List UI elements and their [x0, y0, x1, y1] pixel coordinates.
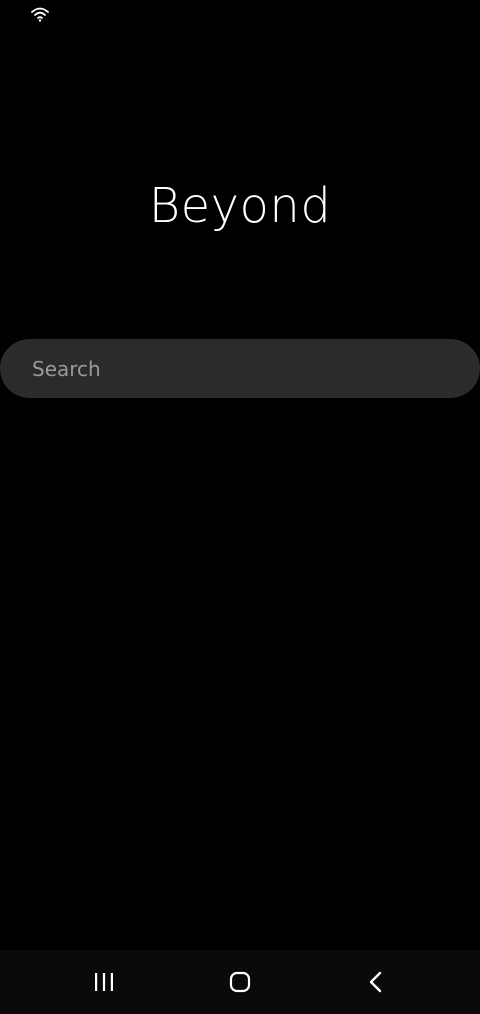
back-button[interactable]: [336, 950, 416, 1014]
recents-icon: [95, 973, 113, 991]
back-icon: [369, 971, 382, 993]
search-placeholder: Search: [32, 356, 101, 381]
app-screen: Beyond Search: [0, 0, 480, 1014]
app-title: Beyond: [148, 178, 332, 234]
wifi-icon: [31, 7, 49, 22]
recents-button[interactable]: [64, 950, 144, 1014]
home-button[interactable]: [200, 950, 280, 1014]
navigation-bar: [0, 950, 480, 1014]
status-bar: [0, 0, 480, 28]
home-icon: [229, 971, 251, 993]
search-input[interactable]: Search: [0, 339, 480, 398]
